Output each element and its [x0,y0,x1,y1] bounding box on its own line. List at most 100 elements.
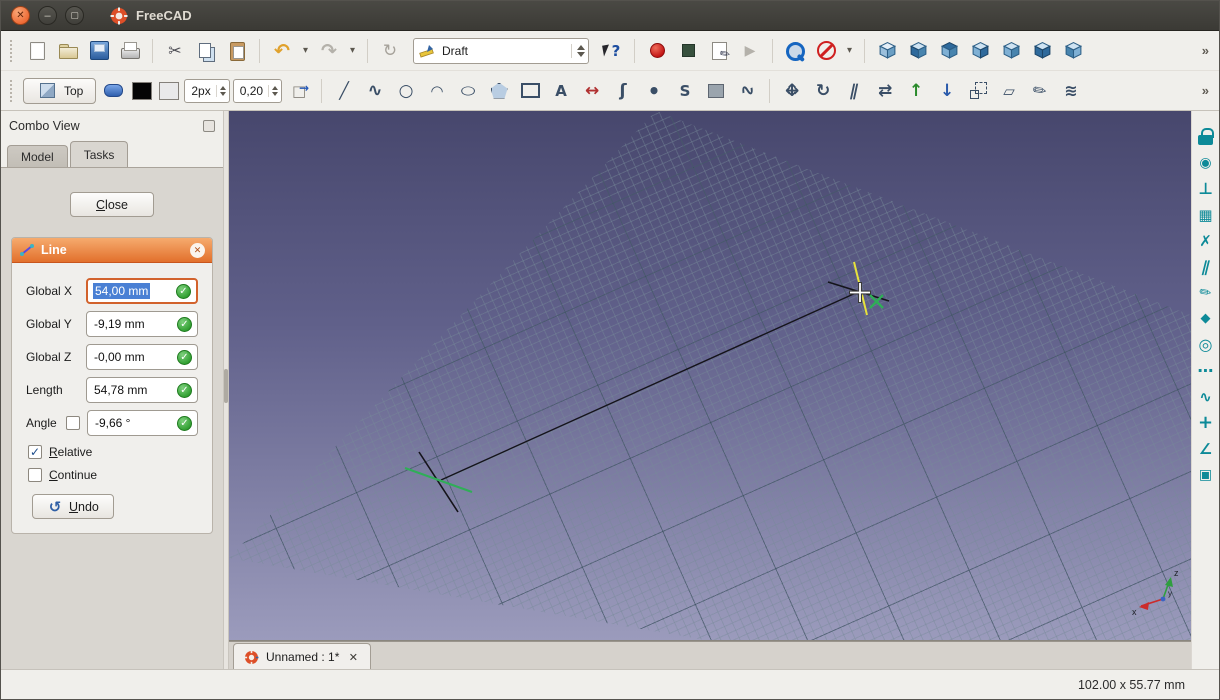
toolbar-overflow-chevron[interactable]: » [1202,83,1211,98]
draft-bezier-button[interactable] [733,77,761,105]
cut-button[interactable] [161,37,189,65]
macro-execute-button[interactable] [736,37,764,65]
global-z-input[interactable]: -0,00 mm [86,344,198,370]
tab-tasks[interactable]: Tasks [69,141,129,167]
view-front-button[interactable] [904,37,932,65]
tab-model[interactable]: Model [7,145,68,167]
whats-this-button[interactable] [598,37,626,65]
draft-downgrade-button[interactable] [933,77,961,105]
line-width-spinbox[interactable]: 2px [184,78,230,103]
macro-stop-button[interactable] [674,37,702,65]
snap-grid-button[interactable] [1194,203,1217,226]
construction-mode-button[interactable] [99,77,127,105]
view-axonometric-button[interactable] [873,37,901,65]
draft-ellipse-button[interactable] [454,77,482,105]
toolbar-drag-handle[interactable] [10,39,14,62]
draft-edit-button[interactable] [1026,77,1054,105]
redo-dropdown[interactable] [346,37,359,65]
snap-near-button[interactable] [1194,385,1217,408]
undo-dropdown[interactable] [299,37,312,65]
draft-text-button[interactable] [547,77,575,105]
snap-center-button[interactable] [1194,333,1217,356]
face-color-swatch[interactable] [159,81,180,100]
snap-dimensions-button[interactable] [1194,359,1217,382]
paste-button[interactable] [223,37,251,65]
draft-shape2dview-button[interactable] [995,77,1023,105]
view-top-button[interactable] [935,37,963,65]
draft-point-button[interactable] [640,77,668,105]
draft-trimex-button[interactable] [871,77,899,105]
draft-facebinder-button[interactable] [702,77,730,105]
continue-checkbox[interactable] [28,468,42,482]
draft-polygon-button[interactable] [485,77,513,105]
draft-arc-button[interactable] [423,77,451,105]
scale-spinbox[interactable]: 0,20 [232,78,283,103]
3d-viewport[interactable]: x z y [229,111,1193,641]
document-tab[interactable]: Unnamed : 1* [233,643,372,670]
view-right-button[interactable] [966,37,994,65]
draft-scale-button[interactable] [964,77,992,105]
undo-button[interactable] [268,37,296,65]
draft-stretch-button[interactable] [1057,77,1085,105]
task-close-icon[interactable] [190,242,205,258]
refresh-button[interactable] [376,37,404,65]
line-width-stepper[interactable] [215,84,226,97]
draft-upgrade-button[interactable] [902,77,930,105]
new-document-button[interactable] [23,37,51,65]
working-plane-button[interactable]: Top [23,77,97,104]
draft-rectangle-button[interactable] [516,77,544,105]
view-left-button[interactable] [1059,37,1087,65]
draw-style-button[interactable] [812,37,840,65]
snap-perpendicular-button[interactable] [1194,177,1217,200]
workbench-selector[interactable]: Draft [413,37,589,64]
snap-intersection-button[interactable] [1194,229,1217,252]
global-y-input[interactable]: -9,19 mm [86,311,198,337]
scale-stepper[interactable] [268,84,279,97]
close-task-button[interactable]: Close [70,192,154,217]
toolbar-drag-handle[interactable] [10,79,14,102]
draft-rotate-button[interactable] [809,77,837,105]
copy-button[interactable] [192,37,220,65]
window-maximize-button[interactable] [65,6,84,25]
toggle-snap-button[interactable] [1194,125,1217,148]
line-color-swatch[interactable] [132,81,153,100]
workbench-stepper[interactable] [571,43,585,58]
fit-all-button[interactable] [781,37,809,65]
snap-midpoint-button[interactable] [1194,411,1217,434]
draft-wire-button[interactable] [361,77,389,105]
angle-lock-checkbox[interactable] [66,416,80,430]
autogroup-button[interactable] [285,77,313,105]
draft-line-button[interactable] [330,77,358,105]
snap-special-button[interactable] [1194,307,1217,330]
draw-style-dropdown[interactable] [843,37,856,65]
panel-float-button[interactable] [203,120,215,132]
window-close-button[interactable] [11,6,30,25]
relative-checkbox[interactable] [28,445,42,459]
toolbar-overflow-chevron[interactable]: » [1202,43,1211,58]
snap-parallel-button[interactable] [1194,255,1217,278]
draft-bspline-button[interactable] [609,77,637,105]
snap-workingplane-button[interactable] [1194,463,1217,486]
length-input[interactable]: 54,78 mm [86,377,198,403]
open-document-button[interactable] [54,37,82,65]
draft-offset-button[interactable] [840,77,868,105]
view-rear-button[interactable] [997,37,1025,65]
macro-record-button[interactable] [643,37,671,65]
print-button[interactable] [116,37,144,65]
snap-extension-button[interactable] [1194,281,1217,304]
global-x-input[interactable]: 54,00 mm [86,278,198,304]
draft-move-button[interactable] [778,77,806,105]
redo-button[interactable] [315,37,343,65]
angle-input[interactable]: -9,66 ° [87,410,198,436]
undo-button[interactable]: Undo [32,494,114,519]
window-minimize-button[interactable] [38,6,57,25]
draft-dimension-button[interactable] [578,77,606,105]
draft-shapestring-button[interactable] [671,77,699,105]
snap-endpoint-button[interactable] [1194,151,1217,174]
macro-edit-button[interactable] [705,37,733,65]
document-tab-close-icon[interactable] [346,650,360,664]
draft-circle-button[interactable] [392,77,420,105]
snap-angle-button[interactable] [1194,437,1217,460]
view-bottom-button[interactable] [1028,37,1056,65]
save-button[interactable] [85,37,113,65]
